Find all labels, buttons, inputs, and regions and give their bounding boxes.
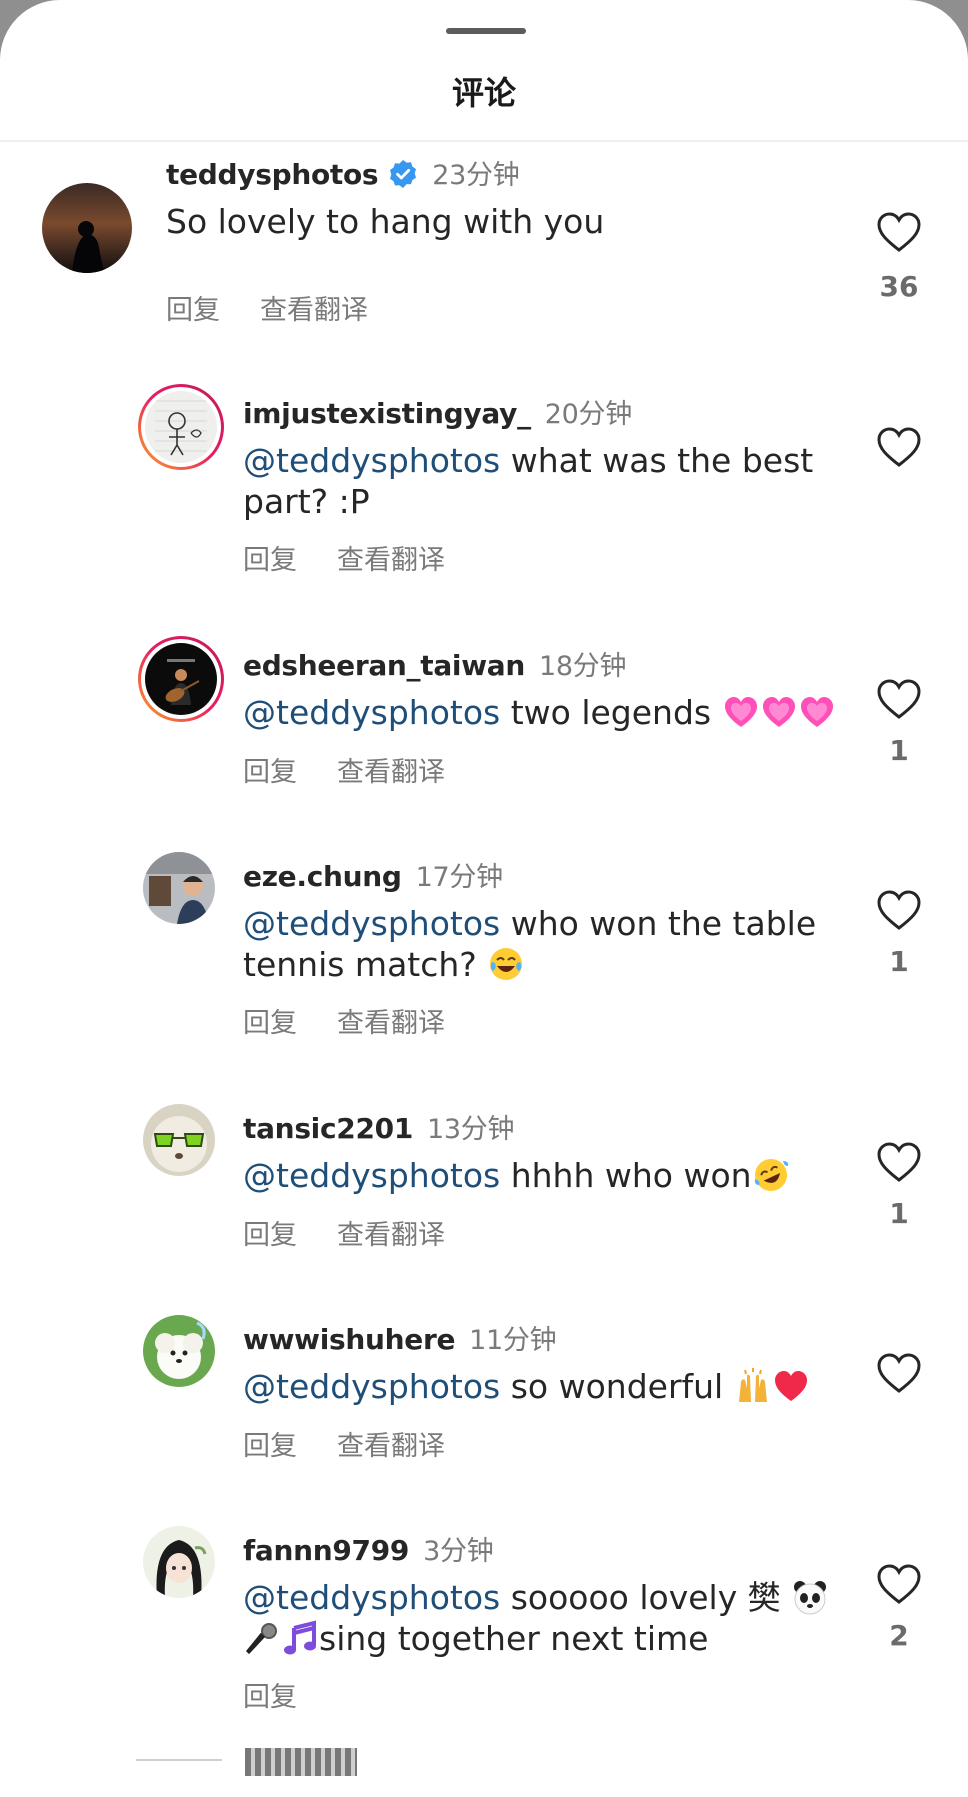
view-more-replies-line: [136, 1759, 222, 1761]
heart-outline-icon: [877, 1142, 921, 1182]
username[interactable]: wwwishuhere: [243, 1323, 455, 1356]
comment-time: 23分钟: [432, 160, 520, 191]
heart-outline-icon: [877, 1564, 921, 1604]
comments-sheet: 评论 teddysphotos 23分钟 So lovely to hang wi…: [0, 0, 968, 1797]
music-notes-icon: [284, 1620, 316, 1655]
comment-body: two legends: [500, 693, 722, 732]
panda-icon: [794, 1581, 827, 1615]
growing-heart-icon: [762, 697, 795, 727]
avatar-eze-chung[interactable]: [143, 852, 215, 924]
comment-body-line2: sing together next time: [319, 1619, 709, 1658]
reply-button[interactable]: 回复: [243, 1008, 297, 1039]
reply-button[interactable]: 回复: [243, 1220, 297, 1251]
like-button[interactable]: [876, 889, 922, 931]
avatar-image: [143, 1104, 215, 1176]
comment-text: @teddysphotos so wonderful: [243, 1366, 833, 1407]
avatar-image: [145, 391, 217, 463]
comment-text: @teddysphotos two legends: [243, 692, 843, 733]
mention-link[interactable]: @teddysphotos: [243, 904, 500, 943]
growing-heart-icon: [800, 697, 833, 727]
avatar-fannn9799[interactable]: [143, 1526, 215, 1598]
like-button[interactable]: [876, 1563, 922, 1605]
like-button[interactable]: [876, 426, 922, 468]
username[interactable]: fannn9799: [243, 1534, 409, 1567]
avatar-wwwishuhere[interactable]: [143, 1315, 215, 1387]
heart-outline-icon: [877, 212, 921, 252]
username[interactable]: eze.chung: [243, 860, 402, 893]
avatar-edsheeran-taiwan[interactable]: [145, 643, 217, 715]
mention-link[interactable]: @teddysphotos: [243, 1578, 500, 1617]
heart-outline-icon: [877, 427, 921, 467]
view-more-replies-button[interactable]: [245, 1748, 357, 1776]
avatar-tansic2201[interactable]: [143, 1104, 215, 1176]
comment-time: 13分钟: [427, 1114, 515, 1145]
reply-button[interactable]: 回复: [243, 1682, 297, 1713]
avatar-image: [143, 1526, 215, 1598]
comment-body: hhhh who won: [500, 1156, 752, 1195]
reply-button[interactable]: 回复: [243, 757, 297, 788]
like-button[interactable]: [876, 678, 922, 720]
comment-time: 20分钟: [544, 399, 632, 430]
comment-body: So lovely to hang with you: [166, 202, 605, 241]
drag-handle[interactable]: [446, 28, 526, 34]
comment-text: So lovely to hang with you: [166, 201, 756, 242]
avatar-image: [42, 183, 132, 273]
see-translation-button[interactable]: 查看翻译: [337, 545, 445, 576]
avatar-image: [143, 852, 215, 924]
comment-text: @teddysphotos sooooo lovely 樊 sing toget…: [243, 1577, 833, 1659]
raising-hands-icon: [738, 1368, 767, 1402]
see-translation-button[interactable]: 查看翻译: [337, 1431, 445, 1462]
avatar-image: [143, 1315, 215, 1387]
like-button[interactable]: [876, 211, 922, 253]
rolling-laughing-icon: [754, 1159, 788, 1191]
heart-outline-icon: [877, 679, 921, 719]
avatar-teddysphotos[interactable]: [42, 183, 132, 273]
username[interactable]: teddysphotos: [166, 158, 379, 191]
see-translation-button[interactable]: 查看翻译: [337, 757, 445, 788]
header-divider: [0, 140, 968, 142]
reply-button[interactable]: 回复: [243, 545, 297, 576]
like-count: 36: [879, 270, 919, 303]
comment-text: @teddysphotos who won the table tennis m…: [243, 903, 833, 985]
red-heart-icon: [774, 1371, 807, 1401]
reply-button[interactable]: 回复: [166, 295, 220, 326]
like-count: 1: [889, 945, 909, 978]
avatar-imjustexistingyay[interactable]: [145, 391, 217, 463]
comment-text: @teddysphotos what was the best part? :P: [243, 440, 833, 522]
comment-time: 17分钟: [415, 862, 503, 893]
microphone-icon: [245, 1623, 277, 1655]
comment-time: 18分钟: [539, 651, 627, 682]
tears-of-joy-icon: [490, 948, 523, 980]
reply-button[interactable]: 回复: [243, 1431, 297, 1462]
see-translation-button[interactable]: 查看翻译: [337, 1008, 445, 1039]
like-count: 2: [889, 1619, 909, 1652]
see-translation-button[interactable]: 查看翻译: [260, 295, 368, 326]
username[interactable]: tansic2201: [243, 1112, 413, 1145]
heart-outline-icon: [877, 1353, 921, 1393]
comment-body: so wonderful: [500, 1367, 734, 1406]
mention-link[interactable]: @teddysphotos: [243, 693, 500, 732]
like-button[interactable]: [876, 1352, 922, 1394]
comment-text: @teddysphotos hhhh who won: [243, 1155, 833, 1196]
like-button[interactable]: [876, 1141, 922, 1183]
verified-badge-icon: [390, 160, 417, 188]
username[interactable]: edsheeran_taiwan: [243, 649, 525, 682]
growing-heart-icon: [724, 697, 757, 727]
mention-link[interactable]: @teddysphotos: [243, 441, 500, 480]
see-translation-button[interactable]: 查看翻译: [337, 1220, 445, 1251]
username[interactable]: imjustexistingyay_: [243, 397, 531, 430]
mention-link[interactable]: @teddysphotos: [243, 1367, 500, 1406]
like-count: 1: [889, 734, 909, 767]
comment-time: 11分钟: [469, 1325, 557, 1356]
avatar-image: [145, 643, 217, 715]
heart-outline-icon: [877, 890, 921, 930]
sheet-title: 评论: [451, 74, 516, 112]
comment-time: 3分钟: [423, 1536, 494, 1567]
like-count: 1: [889, 1197, 909, 1230]
comment-body: sooooo lovely 樊: [500, 1578, 792, 1617]
mention-link[interactable]: @teddysphotos: [243, 1156, 500, 1195]
